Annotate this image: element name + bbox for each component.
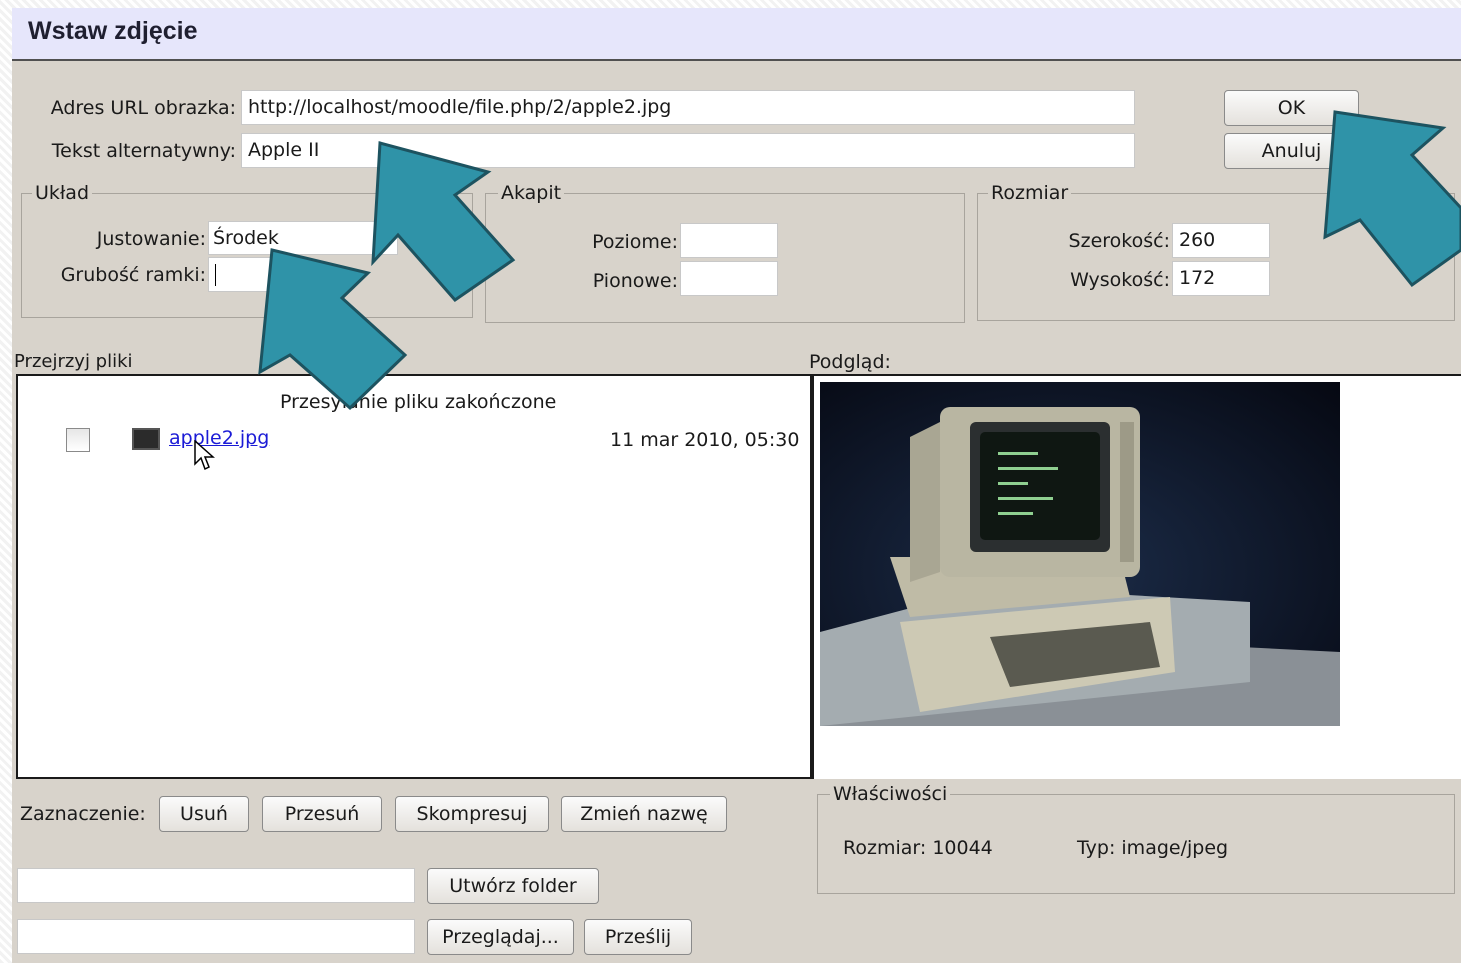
- arrow-icon: [371, 141, 516, 302]
- annotation-arrows: [258, 110, 1461, 411]
- arrow-icon: [1323, 110, 1461, 288]
- arrow-icon: [258, 248, 408, 411]
